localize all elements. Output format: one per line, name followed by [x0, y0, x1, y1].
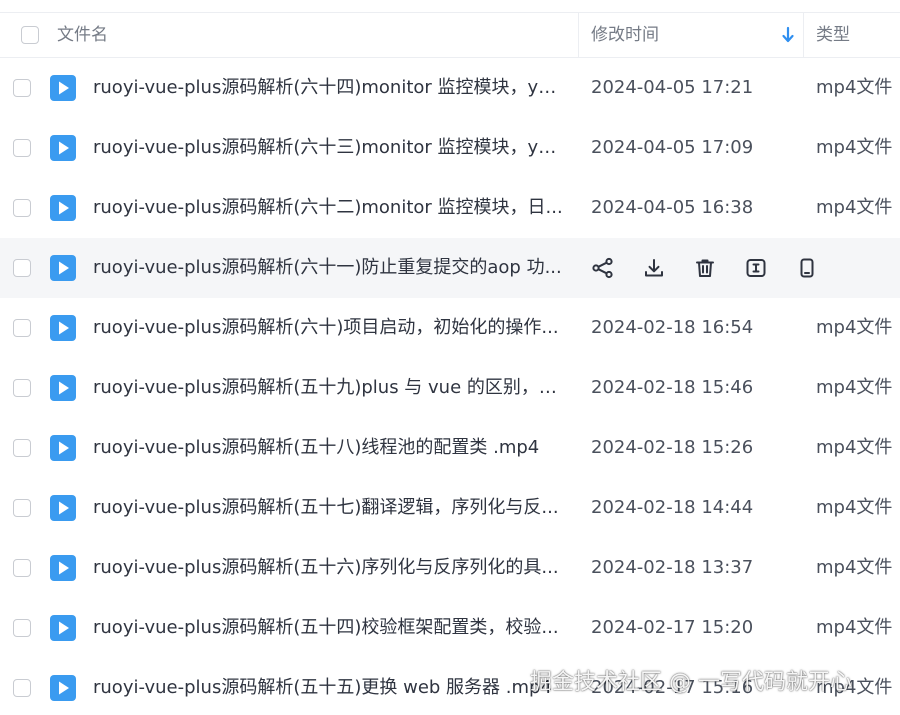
- file-type: mp4文件: [816, 77, 893, 98]
- file-type: mp4文件: [816, 497, 893, 518]
- row-checkbox[interactable]: [13, 139, 31, 157]
- video-file-icon: [50, 675, 76, 701]
- watermark-text: 掘金技术社区 @ 一写代码就开心: [530, 670, 852, 695]
- file-name[interactable]: ruoyi-vue-plus源码解析(五十六)序列化与反序列化的具...: [93, 538, 563, 598]
- video-file-icon: [50, 255, 76, 281]
- file-name[interactable]: ruoyi-vue-plus源码解析(五十七)翻译逻辑，序列化与反...: [93, 478, 563, 538]
- row-checkbox[interactable]: [13, 619, 31, 637]
- file-type: mp4文件: [816, 317, 893, 338]
- video-file-icon: [50, 375, 76, 401]
- video-file-icon: [50, 315, 76, 341]
- table-header: 文件名 修改时间 类型: [0, 13, 900, 58]
- modified-time: 2024-02-18 13:37: [591, 557, 754, 578]
- table-row[interactable]: ruoyi-vue-plus源码解析(五十七)翻译逻辑，序列化与反... 2024…: [0, 478, 900, 538]
- modified-time: 2024-02-18 14:44: [591, 497, 754, 518]
- row-checkbox[interactable]: [13, 679, 31, 697]
- row-checkbox[interactable]: [13, 439, 31, 457]
- modified-time: 2024-04-05 17:21: [591, 77, 754, 98]
- delete-icon[interactable]: [693, 256, 717, 280]
- file-type: mp4文件: [816, 377, 893, 398]
- row-checkbox[interactable]: [13, 319, 31, 337]
- file-name[interactable]: ruoyi-vue-plus源码解析(五十九)plus 与 vue 的区别，有.…: [93, 358, 563, 418]
- column-header-type[interactable]: 类型: [816, 13, 850, 57]
- file-type: mp4文件: [816, 137, 893, 158]
- file-type: mp4文件: [816, 197, 893, 218]
- column-header-name[interactable]: 文件名: [57, 13, 108, 57]
- file-name[interactable]: ruoyi-vue-plus源码解析(五十五)更换 web 服务器 .mp4: [93, 658, 563, 715]
- table-row[interactable]: ruoyi-vue-plus源码解析(五十八)线程池的配置类 .mp4 2024-…: [0, 418, 900, 478]
- video-file-icon: [50, 135, 76, 161]
- modified-time: 2024-02-18 16:54: [591, 317, 754, 338]
- sort-descending-icon[interactable]: [781, 26, 795, 44]
- mobile-icon[interactable]: [795, 256, 819, 280]
- file-name[interactable]: ruoyi-vue-plus源码解析(六十三)monitor 监控模块，ym..…: [93, 118, 563, 178]
- video-file-icon: [50, 555, 76, 581]
- file-type: mp4文件: [816, 437, 893, 458]
- table-row[interactable]: ruoyi-vue-plus源码解析(五十六)序列化与反序列化的具... 2024…: [0, 538, 900, 598]
- column-header-time[interactable]: 修改时间: [591, 13, 659, 57]
- table-row[interactable]: ruoyi-vue-plus源码解析(六十)项目启动，初始化的操作... 2024…: [0, 298, 900, 358]
- modified-time: 2024-02-18 15:46: [591, 377, 754, 398]
- row-checkbox[interactable]: [13, 79, 31, 97]
- modified-time: 2024-02-17 15:20: [591, 617, 754, 638]
- file-name[interactable]: ruoyi-vue-plus源码解析(六十一)防止重复提交的aop 功...: [93, 238, 563, 298]
- row-checkbox[interactable]: [13, 499, 31, 517]
- file-name[interactable]: ruoyi-vue-plus源码解析(五十四)校验框架配置类，校验...: [93, 598, 563, 658]
- row-checkbox[interactable]: [13, 559, 31, 577]
- video-file-icon: [50, 615, 76, 641]
- file-type: mp4文件: [816, 617, 893, 638]
- table-row[interactable]: ruoyi-vue-plus源码解析(六十三)monitor 监控模块，ym..…: [0, 118, 900, 178]
- file-name[interactable]: ruoyi-vue-plus源码解析(六十四)monitor 监控模块，ym..…: [93, 58, 563, 118]
- video-file-icon: [50, 195, 76, 221]
- modified-time: 2024-04-05 17:09: [591, 137, 754, 158]
- file-list-table: 文件名 修改时间 类型 ruoyi-vue-plus源码解析(六十四)monit…: [0, 0, 900, 715]
- table-row[interactable]: ruoyi-vue-plus源码解析(六十二)monitor 监控模块，日...…: [0, 178, 900, 238]
- download-icon[interactable]: [642, 256, 666, 280]
- row-checkbox[interactable]: [13, 199, 31, 217]
- video-file-icon: [50, 495, 76, 521]
- column-divider[interactable]: [803, 13, 804, 57]
- file-name[interactable]: ruoyi-vue-plus源码解析(五十八)线程池的配置类 .mp4: [93, 418, 563, 478]
- modified-time: 2024-02-18 15:26: [591, 437, 754, 458]
- table-row[interactable]: ruoyi-vue-plus源码解析(五十四)校验框架配置类，校验... 2024…: [0, 598, 900, 658]
- rename-icon[interactable]: [744, 256, 768, 280]
- table-row[interactable]: ruoyi-vue-plus源码解析(五十九)plus 与 vue 的区别，有.…: [0, 358, 900, 418]
- column-divider[interactable]: [578, 13, 579, 57]
- modified-time: 2024-04-05 16:38: [591, 197, 754, 218]
- row-checkbox[interactable]: [13, 259, 31, 277]
- row-checkbox[interactable]: [13, 379, 31, 397]
- file-type: mp4文件: [816, 557, 893, 578]
- video-file-icon: [50, 435, 76, 461]
- share-icon[interactable]: [591, 256, 615, 280]
- table-row[interactable]: ruoyi-vue-plus源码解析(六十四)monitor 监控模块，ym..…: [0, 58, 900, 118]
- table-row[interactable]: ruoyi-vue-plus源码解析(六十一)防止重复提交的aop 功...: [0, 238, 900, 298]
- file-name[interactable]: ruoyi-vue-plus源码解析(六十二)monitor 监控模块，日...: [93, 178, 563, 238]
- file-name[interactable]: ruoyi-vue-plus源码解析(六十)项目启动，初始化的操作...: [93, 298, 563, 358]
- select-all-checkbox[interactable]: [21, 26, 39, 44]
- video-file-icon: [50, 75, 76, 101]
